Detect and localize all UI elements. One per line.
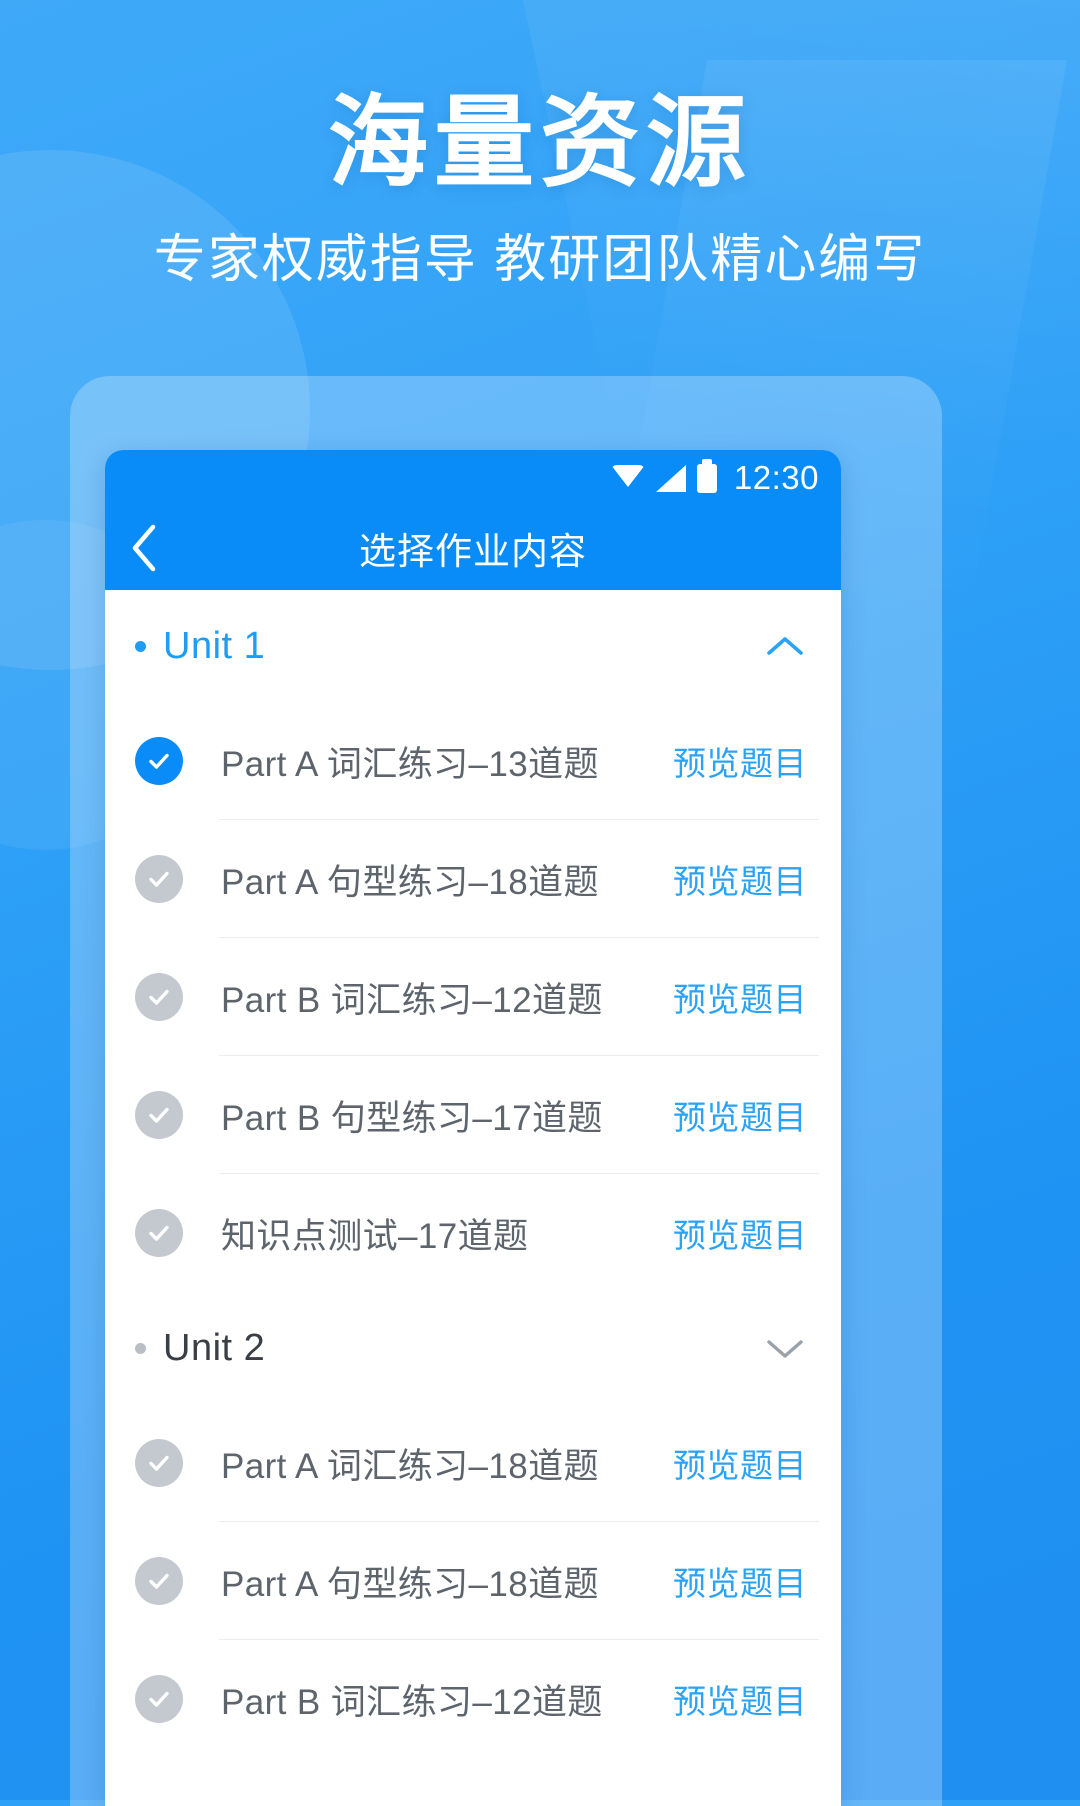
- task-row[interactable]: Part A 句型练习–18道题 预览题目: [105, 820, 841, 938]
- task-row[interactable]: Part B 句型练习–17道题 预览题目: [105, 1056, 841, 1174]
- preview-questions-link[interactable]: 预览题目: [673, 1209, 807, 1257]
- page-title: 选择作业内容: [359, 531, 587, 572]
- preview-questions-link[interactable]: 预览题目: [673, 855, 807, 903]
- unit-bullet-icon: [135, 1342, 146, 1354]
- unit-header[interactable]: Unit 1: [105, 590, 841, 702]
- promo-title: 海量资源: [328, 87, 752, 199]
- preview-questions-link[interactable]: 预览题目: [673, 1439, 807, 1487]
- preview-questions-link[interactable]: 预览题目: [673, 1557, 807, 1605]
- task-row[interactable]: Part B 词汇练习–12道题 预览题目: [105, 938, 841, 1056]
- task-label: Part A 句型练习–18道题: [221, 1564, 599, 1604]
- preview-questions-link[interactable]: 预览题目: [673, 1675, 807, 1723]
- status-bar: 12:30: [105, 450, 841, 506]
- assignment-content-list: Unit 1 Part A 词汇练习–13道题 预览题目 Part A 句型练习–18…: [105, 590, 841, 1758]
- back-button[interactable]: [105, 506, 183, 590]
- unit-bullet-icon: [135, 640, 146, 652]
- wifi-icon: [610, 465, 645, 491]
- unit-header[interactable]: Unit 2: [105, 1292, 841, 1404]
- preview-questions-link[interactable]: 预览题目: [673, 737, 807, 785]
- task-row[interactable]: Part B 词汇练习–12道题 预览题目: [105, 1640, 841, 1758]
- status-bar-time: 12:30: [733, 459, 819, 496]
- preview-questions-link[interactable]: 预览题目: [673, 973, 807, 1021]
- check-circle-muted-icon[interactable]: [135, 855, 183, 903]
- task-label: Part A 词汇练习–13道题: [221, 744, 599, 784]
- phone-screen: 12:30 选择作业内容 Unit 1 Part A 词汇练习–13道题 预览题目 P…: [105, 450, 841, 1806]
- task-row[interactable]: Part A 句型练习–18道题 预览题目: [105, 1522, 841, 1640]
- task-label: Part B 词汇练习–12道题: [221, 980, 603, 1020]
- check-circle-muted-icon[interactable]: [135, 1209, 183, 1257]
- preview-questions-link[interactable]: 预览题目: [673, 1091, 807, 1139]
- check-circle-filled-icon[interactable]: [135, 737, 183, 785]
- check-circle-muted-icon[interactable]: [135, 1675, 183, 1723]
- chevron-down-icon[interactable]: [763, 1326, 807, 1370]
- unit-label: Unit 2: [163, 1326, 266, 1369]
- promo-copy-block: 海量资源 专家权威指导 教研团队精心编写: [0, 90, 1080, 289]
- task-row[interactable]: Part A 词汇练习–13道题 预览题目: [105, 702, 841, 820]
- check-circle-muted-icon[interactable]: [135, 1439, 183, 1487]
- check-circle-muted-icon[interactable]: [135, 1557, 183, 1605]
- task-label: Part B 词汇练习–12道题: [221, 1682, 603, 1722]
- check-circle-muted-icon[interactable]: [135, 1091, 183, 1139]
- promo-subtitle: 专家权威指导 教研团队精心编写: [153, 231, 927, 289]
- task-label: 知识点测试–17道题: [221, 1216, 529, 1256]
- unit-label: Unit 1: [163, 624, 266, 667]
- chevron-up-icon[interactable]: [763, 624, 807, 668]
- battery-icon: [696, 458, 717, 493]
- task-label: Part B 句型练习–17道题: [221, 1098, 603, 1138]
- task-row[interactable]: Part A 词汇练习–18道题 预览题目: [105, 1404, 841, 1522]
- navigation-bar: 选择作业内容: [105, 506, 841, 590]
- check-circle-muted-icon[interactable]: [135, 973, 183, 1021]
- task-label: Part A 句型练习–18道题: [221, 862, 599, 902]
- chevron-left-icon: [132, 524, 156, 572]
- signal-icon: [655, 464, 686, 492]
- task-row[interactable]: 知识点测试–17道题 预览题目: [105, 1174, 841, 1292]
- task-label: Part A 词汇练习–18道题: [221, 1446, 599, 1486]
